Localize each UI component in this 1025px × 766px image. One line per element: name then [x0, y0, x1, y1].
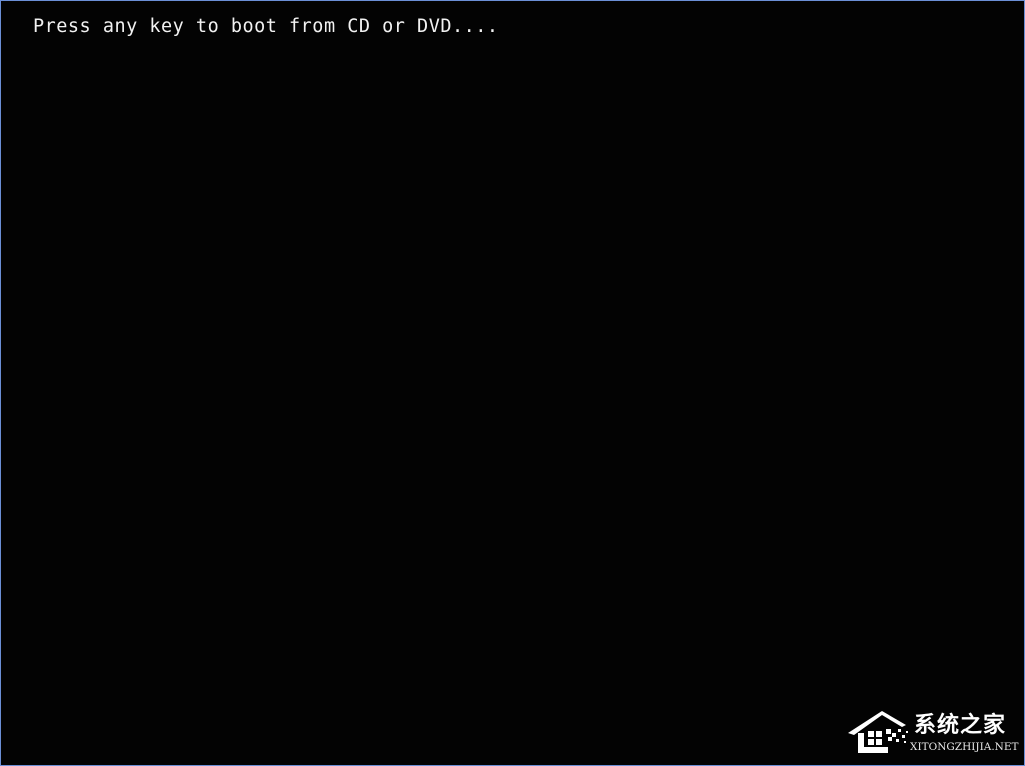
boot-prompt-text: Press any key to boot from CD or DVD.... [33, 16, 499, 37]
site-watermark: 系统之家 XITONGZHIJIA.NET [844, 703, 1019, 759]
boot-screen[interactable]: Press any key to boot from CD or DVD....… [0, 0, 1025, 766]
watermark-title: 系统之家 [914, 713, 1007, 738]
watermark-url: XITONGZHIJIA.NET [910, 741, 1019, 753]
